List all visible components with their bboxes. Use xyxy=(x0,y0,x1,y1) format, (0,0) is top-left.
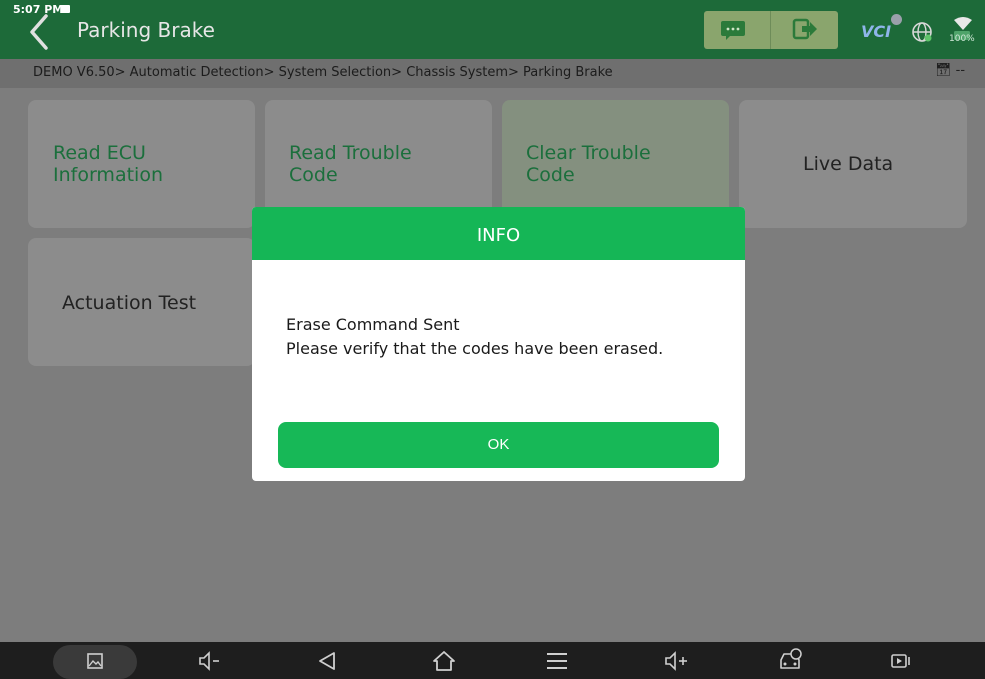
header-divider xyxy=(770,11,771,49)
exit-icon[interactable] xyxy=(792,18,818,40)
tile-label-line2: Code xyxy=(526,164,575,186)
ok-button[interactable]: OK xyxy=(278,422,719,468)
message-icon[interactable] xyxy=(720,20,746,40)
tile-label-line2: Code xyxy=(289,164,338,186)
vci-status-label[interactable]: VCI xyxy=(861,22,891,41)
tile-label-line1: Read Trouble xyxy=(289,142,412,164)
dialog-message-line2: Please verify that the codes have been e… xyxy=(286,339,664,358)
tile-label-line1: Clear Trouble xyxy=(526,142,651,164)
battery-percent: 100% xyxy=(949,34,975,44)
back-arrow-icon[interactable] xyxy=(26,12,62,50)
calendar-icon: 📅︎ xyxy=(935,63,952,78)
volume-up-icon[interactable] xyxy=(663,649,691,673)
tile-label-line2: Information xyxy=(53,164,163,186)
dialog-title: INFO xyxy=(476,225,521,246)
battery-voltage-indicator: 📅︎ -- xyxy=(935,63,965,78)
globe-icon[interactable] xyxy=(911,21,933,43)
notification-image-icon xyxy=(61,5,70,13)
home-icon[interactable] xyxy=(430,649,458,673)
tile-read-ecu-information[interactable]: Read ECU Information xyxy=(28,100,255,228)
tile-label: Actuation Test xyxy=(62,292,197,314)
vci-connection-icon xyxy=(891,14,902,25)
voltage-value: -- xyxy=(955,63,966,78)
tile-label: Live Data xyxy=(803,153,894,175)
tile-label-line1: Read ECU xyxy=(53,142,146,164)
back-icon[interactable] xyxy=(314,649,342,673)
system-nav-bar xyxy=(0,642,985,679)
volume-down-icon[interactable] xyxy=(196,649,224,673)
menu-icon[interactable] xyxy=(543,649,571,673)
ok-button-label: OK xyxy=(487,436,510,453)
screenshot-icon[interactable] xyxy=(81,649,109,673)
screen-record-icon[interactable] xyxy=(887,649,915,673)
page-title: Parking Brake xyxy=(77,18,215,42)
tile-live-data[interactable]: Live Data xyxy=(739,100,967,228)
car-diagnostic-icon[interactable] xyxy=(776,646,804,674)
info-dialog: INFO Erase Command Sent Please verify th… xyxy=(252,207,745,481)
tile-actuation-test[interactable]: Actuation Test xyxy=(28,238,255,366)
breadcrumb: DEMO V6.50> Automatic Detection> System … xyxy=(33,65,613,80)
dialog-message-line1: Erase Command Sent xyxy=(286,315,460,334)
